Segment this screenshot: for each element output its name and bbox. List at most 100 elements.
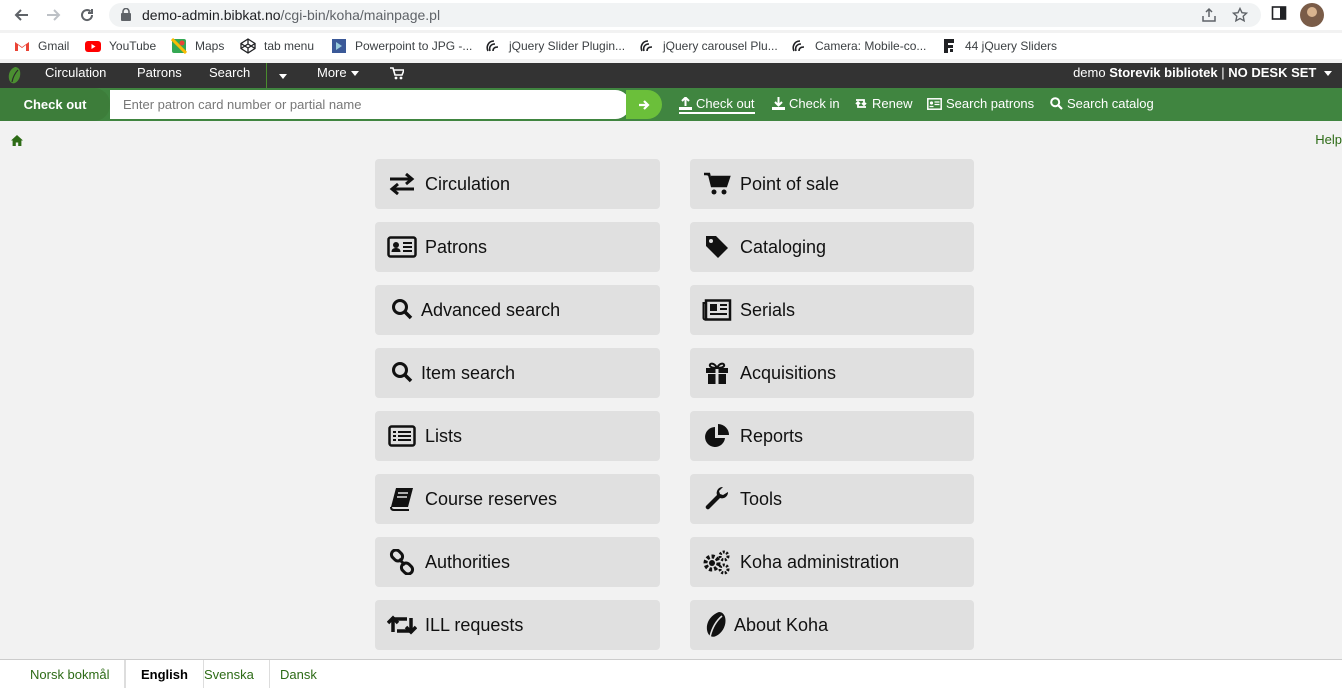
checkout-bar: Check out Check out Check in Renew Searc… <box>0 88 1342 121</box>
pie-chart-icon <box>702 422 732 450</box>
reload-icon[interactable] <box>77 5 97 25</box>
tile-koha-administration[interactable]: Koha administration <box>690 537 974 587</box>
tile-label: Koha administration <box>740 551 900 572</box>
bookmark-tab-menu[interactable]: tab menu <box>240 38 314 54</box>
bookmark-label: Gmail <box>38 39 70 53</box>
lang-svenska[interactable]: Svenska <box>189 660 270 688</box>
bookmarks-bar: Gmail YouTube Maps tab menu Powerpoint t… <box>0 33 1342 59</box>
tile-circulation[interactable]: Circulation <box>375 159 660 209</box>
tab-check-out[interactable]: Check out <box>679 96 755 114</box>
retweet-icon <box>855 99 867 108</box>
tab-label: Search patrons <box>946 96 1035 111</box>
lang-norsk-bokmal[interactable]: Norsk bokmål <box>15 660 126 688</box>
bookmark-label: Camera: Mobile-co... <box>815 39 927 53</box>
maps-icon <box>170 37 188 55</box>
help-link[interactable]: Help <box>1315 132 1342 147</box>
tile-lists[interactable]: Lists <box>375 411 660 461</box>
tab-label: Check in <box>789 96 840 111</box>
link-icon <box>387 548 417 576</box>
nav-patrons[interactable]: Patrons <box>137 65 182 80</box>
lang-dansk[interactable]: Dansk <box>265 660 332 688</box>
bookmark-jquery-carousel[interactable]: jQuery carousel Plu... <box>639 38 778 54</box>
tile-label: Course reserves <box>425 488 558 509</box>
upload-icon <box>679 97 692 110</box>
search-dropdown-toggle[interactable] <box>275 68 287 83</box>
patron-search-input[interactable] <box>110 90 630 119</box>
tab-label: Check out <box>696 96 755 111</box>
retweet-icon <box>387 611 417 639</box>
nav-divider <box>266 63 267 88</box>
tile-patrons[interactable]: Patrons <box>375 222 660 272</box>
tile-label: Tools <box>740 488 783 509</box>
f-icon <box>941 38 957 54</box>
bookmark-camera[interactable]: Camera: Mobile-co... <box>791 38 926 54</box>
bookmark-ppt-to-jpg[interactable]: Powerpoint to JPG -... <box>331 38 472 54</box>
url-text: demo-admin.bibkat.no/cgi-bin/koha/mainpa… <box>142 7 441 23</box>
tile-about-koha[interactable]: About Koha <box>690 600 974 650</box>
bookmark-label: Powerpoint to JPG -... <box>355 39 473 53</box>
tab-search-catalog[interactable]: Search catalog <box>1050 96 1154 111</box>
wrench-icon <box>702 485 732 513</box>
checkout-label: Check out <box>0 88 110 121</box>
tile-acquisitions[interactable]: Acquisitions <box>690 348 974 398</box>
forward-arrow-icon[interactable] <box>44 5 64 25</box>
bookmark-maps[interactable]: Maps <box>170 37 224 55</box>
tab-search-patrons[interactable]: Search patrons <box>927 96 1034 111</box>
bookmark-label: 44 jQuery Sliders <box>965 39 1058 53</box>
cart-icon[interactable] <box>390 67 406 83</box>
gmail-icon <box>14 38 30 54</box>
star-icon[interactable] <box>1231 6 1249 23</box>
tile-label: Item search <box>421 362 516 383</box>
codepen-icon <box>240 38 256 54</box>
tile-reports[interactable]: Reports <box>690 411 974 461</box>
bookmark-youtube[interactable]: YouTube <box>85 38 156 54</box>
tile-label: Acquisitions <box>740 362 837 383</box>
side-panel-icon[interactable] <box>1271 5 1287 26</box>
nav-circulation[interactable]: Circulation <box>45 65 106 80</box>
share-icon[interactable] <box>1201 7 1217 23</box>
cart-icon <box>702 170 732 198</box>
nav-search[interactable]: Search <box>209 65 250 80</box>
tile-label: Point of sale <box>740 173 840 194</box>
bookmark-44-jquery-sliders[interactable]: 44 jQuery Sliders <box>941 38 1057 54</box>
tile-serials[interactable]: Serials <box>690 285 974 335</box>
tile-authorities[interactable]: Authorities <box>375 537 660 587</box>
back-arrow-icon[interactable] <box>11 5 31 25</box>
chevron-down-icon <box>1324 71 1332 77</box>
tile-label: Cataloging <box>740 236 827 257</box>
profile-avatar[interactable] <box>1300 3 1324 27</box>
koha-top-nav: Circulation Patrons Search More demo Sto… <box>0 63 1342 88</box>
id-card-icon <box>387 233 417 261</box>
library-name: Storevik bibliotek <box>1109 65 1218 80</box>
tile-point-of-sale[interactable]: Point of sale <box>690 159 974 209</box>
tab-label: Search catalog <box>1067 96 1154 111</box>
tile-item-search[interactable]: Item search <box>375 348 660 398</box>
tile-label: Patrons <box>425 236 488 257</box>
tab-label: Renew <box>872 96 913 111</box>
nav-more[interactable]: More <box>317 65 359 80</box>
tile-cataloging[interactable]: Cataloging <box>690 222 974 272</box>
koha-logo-icon[interactable] <box>6 65 24 85</box>
desk-name: NO DESK SET <box>1228 65 1317 80</box>
tile-label: About Koha <box>734 614 829 635</box>
tile-label: Authorities <box>425 551 511 572</box>
tag-icon <box>702 233 732 261</box>
tile-label: ILL requests <box>425 614 524 635</box>
address-bar[interactable]: demo-admin.bibkat.no/cgi-bin/koha/mainpa… <box>109 3 1261 27</box>
user-menu[interactable]: demo Storevik bibliotek | NO DESK SET <box>1073 65 1332 80</box>
tile-tools[interactable]: Tools <box>690 474 974 524</box>
download-icon <box>772 97 785 110</box>
bookmark-label: YouTube <box>109 39 157 53</box>
tile-course-reserves[interactable]: Course reserves <box>375 474 660 524</box>
tile-ill-requests[interactable]: ILL requests <box>375 600 660 650</box>
tab-check-in[interactable]: Check in <box>772 96 840 111</box>
bookmark-gmail[interactable]: Gmail <box>14 38 69 54</box>
bookmark-jquery-slider[interactable]: jQuery Slider Plugin... <box>485 38 625 54</box>
chevron-down-icon <box>279 74 287 80</box>
tab-renew[interactable]: Renew <box>854 96 912 111</box>
submit-arrow-button[interactable] <box>626 90 662 119</box>
tile-advanced-search[interactable]: Advanced search <box>375 285 660 335</box>
home-icon[interactable] <box>11 133 23 151</box>
bookmark-label: jQuery Slider Plugin... <box>509 39 626 53</box>
book-icon <box>387 485 417 513</box>
